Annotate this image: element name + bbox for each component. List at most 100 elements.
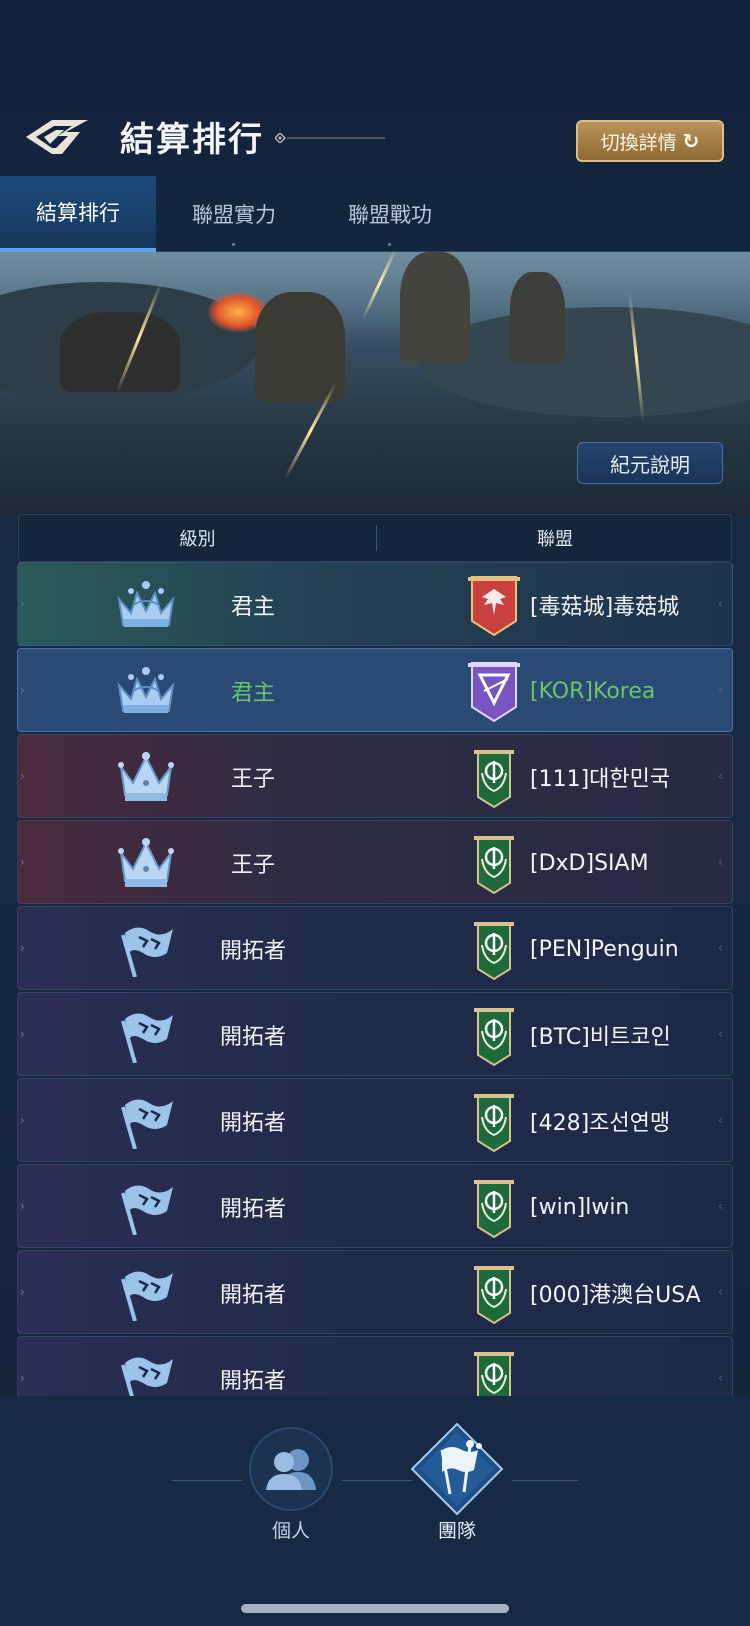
rank-label: 開拓者 <box>219 1111 286 1136</box>
nav-personal[interactable]: 個人 <box>236 1426 346 1546</box>
app-root: 結算排行 切換詳情 ↻ 結算排行 聯盟實力 聯盟戰功 紀元說明 級別 聯盟 › … <box>0 0 750 1626</box>
prince-crown-icon <box>113 835 179 891</box>
flag-icon <box>113 1007 179 1064</box>
col-rank-header: 級別 <box>179 529 216 550</box>
nav-line <box>172 1480 242 1481</box>
rank-label: 開拓者 <box>219 1369 286 1394</box>
green-laurel-banner-icon <box>464 1349 524 1396</box>
alliance-name: [111]대한민국 <box>530 767 671 792</box>
flag-icon <box>113 1093 179 1150</box>
row-left-chevron-icon: › <box>20 1371 25 1385</box>
row-left-chevron-icon: › <box>20 1113 25 1127</box>
ranking-row[interactable]: › 開拓者 [PEN]Penguin ‹ <box>17 906 733 990</box>
ranking-row[interactable]: › 王子 [111]대한민국 ‹ <box>17 734 733 818</box>
nav-personal-label: 個人 <box>271 1520 310 1542</box>
row-left-chevron-icon: › <box>20 855 25 869</box>
prince-crown-icon <box>113 749 179 805</box>
page-title: 結算排行 <box>120 120 264 160</box>
rank-label: 君主 <box>230 681 275 706</box>
row-right-chevron-icon: ‹ <box>718 1199 723 1213</box>
alliance-name: [PEN]Penguin <box>530 936 679 962</box>
ranking-row[interactable]: › 君主 [KOR]Korea ‹ <box>17 648 733 732</box>
table-header: 級別 聯盟 <box>18 514 732 562</box>
nav-line <box>512 1480 578 1481</box>
banner-soldier <box>400 252 470 362</box>
green-laurel-banner-icon <box>464 1177 524 1239</box>
nav-team-label: 團隊 <box>437 1520 476 1542</box>
col-alliance-header: 聯盟 <box>537 529 573 550</box>
rank-label: 開拓者 <box>219 939 286 964</box>
row-right-chevron-icon: ‹ <box>718 1285 723 1299</box>
ranking-row[interactable]: › 君主 [毒菇城]毒菇城 ‹ <box>17 562 733 646</box>
header: 結算排行 切換詳情 ↻ <box>0 100 750 176</box>
alliance-name: [BTC]비트코인 <box>530 1025 671 1050</box>
rank-label: 開拓者 <box>219 1283 286 1308</box>
ranking-row[interactable]: › 開拓者 [428]조선연맹 ‹ <box>17 1078 733 1162</box>
green-laurel-banner-icon <box>464 833 524 895</box>
row-right-chevron-icon: ‹ <box>718 1371 723 1385</box>
nav-team[interactable]: 團隊 <box>402 1422 512 1546</box>
ranking-list[interactable]: › 君主 [毒菇城]毒菇城 ‹ › 君主 [KOR]Korea ‹ › 王子 [111]대한민국 ‹ ›… <box>0 562 750 1396</box>
row-left-chevron-icon: › <box>20 1285 25 1299</box>
green-laurel-banner-icon <box>464 747 524 809</box>
bottom-nav: 個人 團隊 <box>0 1396 750 1626</box>
era-info-label: 紀元說明 <box>610 452 690 477</box>
ranking-row[interactable]: › 開拓者 ‹ <box>17 1336 733 1396</box>
row-right-chevron-icon: ‹ <box>718 941 723 955</box>
era-info-button[interactable]: 紀元說明 <box>577 442 723 484</box>
tab-bar: 結算排行 聯盟實力 聯盟戰功 <box>0 176 750 252</box>
flag-icon <box>113 1179 179 1236</box>
row-right-chevron-icon: ‹ <box>718 1027 723 1041</box>
crown-icon <box>113 663 179 719</box>
tab-dot <box>232 243 235 246</box>
ranking-row[interactable]: › 開拓者 [win]lwin ‹ <box>17 1164 733 1248</box>
alliance-name: [000]港澳台USA <box>530 1283 701 1308</box>
green-laurel-banner-icon <box>464 1005 524 1067</box>
row-right-chevron-icon: ‹ <box>718 1113 723 1127</box>
switch-details-button[interactable]: 切換詳情 ↻ <box>576 120 724 162</box>
rank-label: 開拓者 <box>219 1197 286 1222</box>
purple-banner-icon <box>464 661 524 723</box>
alliance-name: [428]조선연맹 <box>530 1111 671 1136</box>
crown-icon <box>113 577 179 633</box>
back-arrow-icon[interactable] <box>22 114 92 160</box>
rank-label: 王子 <box>230 853 275 878</box>
row-left-chevron-icon: › <box>20 1027 25 1041</box>
row-left-chevron-icon: › <box>20 597 25 611</box>
rank-label: 開拓者 <box>219 1025 286 1050</box>
tab-alliance-strength[interactable]: 聯盟實力 <box>156 176 312 252</box>
refresh-icon: ↻ <box>682 129 700 153</box>
green-laurel-banner-icon <box>464 1091 524 1153</box>
banner-soldier <box>510 272 565 362</box>
alliance-name: [win]lwin <box>530 1194 630 1220</box>
battle-banner-image: 紀元說明 <box>0 252 750 514</box>
ranking-row[interactable]: › 開拓者 [000]港澳台USA ‹ <box>17 1250 733 1334</box>
row-right-chevron-icon: ‹ <box>718 855 723 869</box>
green-laurel-banner-icon <box>464 1263 524 1325</box>
title-ornament-icon <box>275 133 385 143</box>
alliance-name: [KOR]Korea <box>530 678 656 704</box>
alliance-name: [毒菇城]毒菇城 <box>530 595 680 620</box>
ranking-row[interactable]: › 王子 [DxD]SIAM ‹ <box>17 820 733 904</box>
tab-label: 聯盟戰功 <box>348 203 432 227</box>
row-left-chevron-icon: › <box>20 1199 25 1213</box>
red-eagle-banner-icon <box>464 575 524 637</box>
tab-dot <box>388 243 391 246</box>
tab-alliance-merit[interactable]: 聯盟戰功 <box>312 176 468 252</box>
rank-label: 君主 <box>230 595 275 620</box>
flag-icon <box>113 921 179 978</box>
team-flag-icon <box>410 1422 504 1516</box>
row-right-chevron-icon: ‹ <box>718 683 723 697</box>
flag-icon <box>113 1265 179 1322</box>
tab-label: 結算排行 <box>36 201 120 225</box>
row-left-chevron-icon: › <box>20 769 25 783</box>
row-right-chevron-icon: ‹ <box>718 769 723 783</box>
tab-label: 聯盟實力 <box>192 203 276 227</box>
row-right-chevron-icon: ‹ <box>718 597 723 611</box>
people-icon <box>249 1427 333 1511</box>
ranking-row[interactable]: › 開拓者 [BTC]비트코인 ‹ <box>17 992 733 1076</box>
row-left-chevron-icon: › <box>20 683 25 697</box>
flag-icon <box>113 1351 179 1396</box>
alliance-name: [DxD]SIAM <box>530 850 649 876</box>
tab-settlement-ranking[interactable]: 結算排行 <box>0 176 156 252</box>
